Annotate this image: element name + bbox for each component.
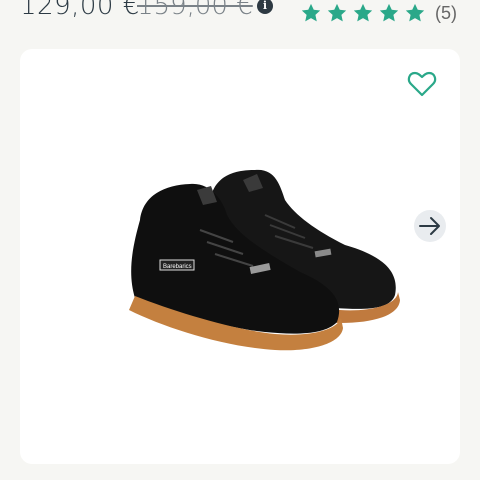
star-icon	[405, 3, 425, 22]
rating-stars[interactable]	[300, 2, 426, 24]
original-price: 159,00 €	[137, 0, 253, 21]
product-image[interactable]: Barebarics	[115, 160, 415, 370]
star-icon	[301, 3, 321, 22]
star-icon	[327, 3, 347, 22]
review-count[interactable]: (5)	[435, 3, 457, 24]
price-row: 129,00 € 159,00 € i (5)	[0, 0, 480, 40]
next-image-button[interactable]	[414, 210, 446, 242]
info-icon[interactable]: i	[257, 0, 273, 14]
arrow-right-icon	[419, 217, 440, 235]
star-icon	[379, 3, 399, 22]
heart-outline-icon[interactable]	[407, 70, 437, 98]
current-price: 129,00 €	[20, 0, 140, 21]
shoe-brand-label: Barebarics	[163, 264, 192, 270]
star-icon	[353, 3, 373, 22]
